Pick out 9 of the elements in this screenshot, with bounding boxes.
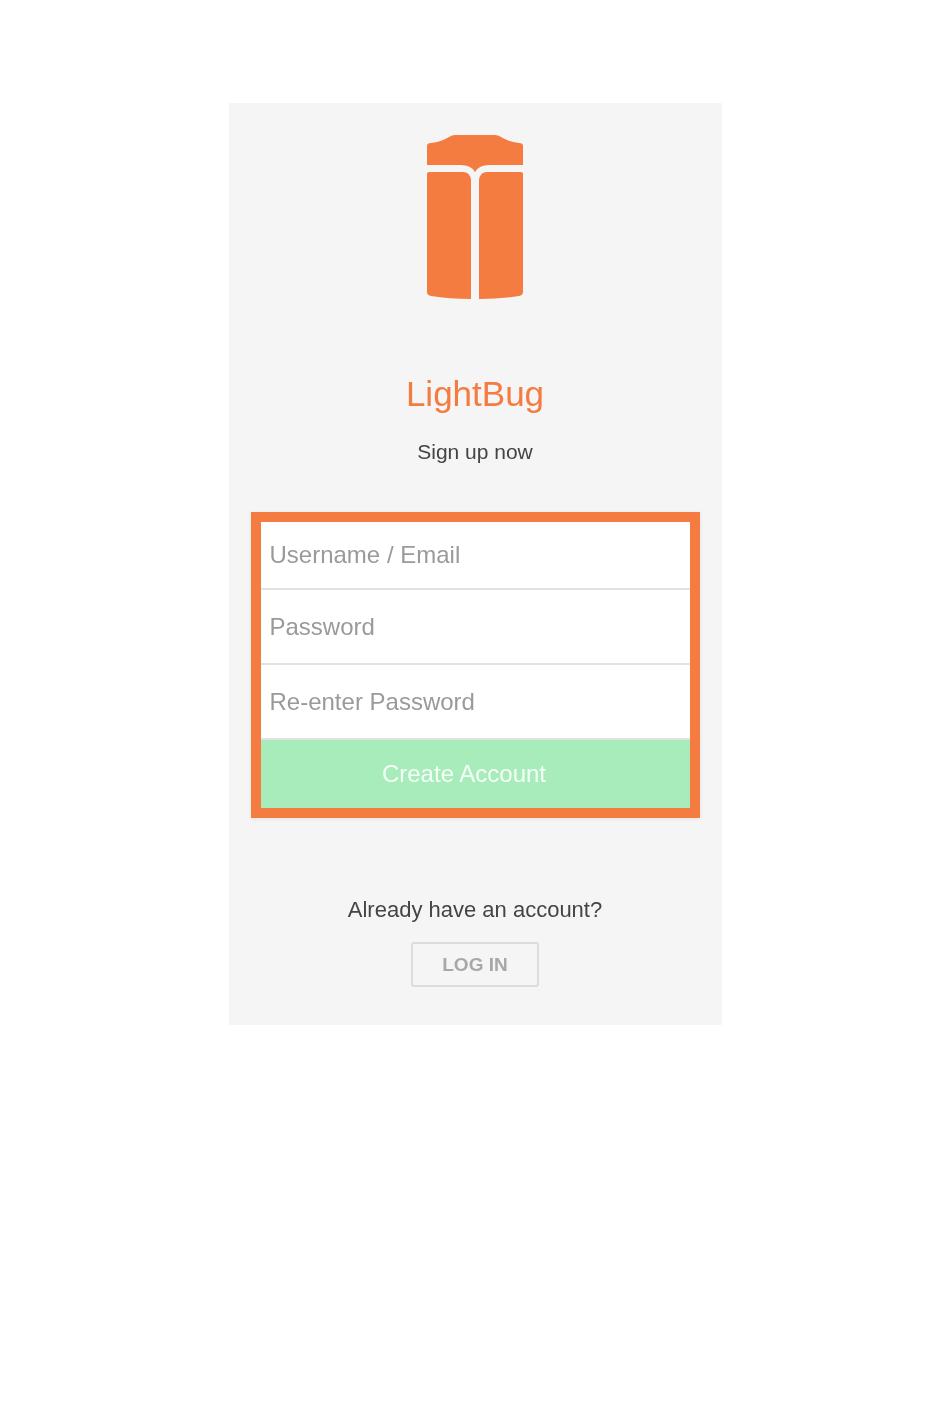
- input-field[interactable]: Re-enter Password: [260, 665, 690, 740]
- subtitle: Sign up now: [417, 439, 533, 465]
- create-account-button[interactable]: Create Account: [260, 740, 690, 808]
- app-title: LightBug: [405, 374, 545, 414]
- login-button[interactable]: LOG IN: [411, 942, 539, 987]
- input-field[interactable]: Password: [260, 590, 690, 665]
- login-prompt: Already have an account?: [347, 897, 603, 923]
- input-field[interactable]: Username / Email: [260, 522, 690, 590]
- logo-icon: [427, 134, 523, 299]
